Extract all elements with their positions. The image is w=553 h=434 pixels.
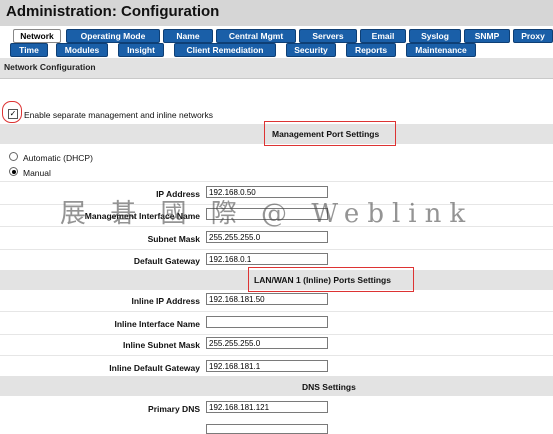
- tab-client-remediation[interactable]: Client Remediation: [174, 43, 276, 57]
- inline-subnet-mask-label: Inline Subnet Mask: [123, 340, 200, 350]
- dns-settings-header: DNS Settings: [302, 382, 356, 392]
- inline-ip-address-input[interactable]: 192.168.181.50: [206, 293, 328, 305]
- tab-time[interactable]: Time: [10, 43, 48, 57]
- manual-label: Manual: [23, 168, 51, 178]
- secondary-dns-input[interactable]: [206, 424, 328, 434]
- tab-syslog[interactable]: Syslog: [409, 29, 461, 43]
- ip-address-label: IP Address: [156, 189, 200, 199]
- section-label: Network Configuration: [4, 62, 96, 72]
- inline-default-gateway-label: Inline Default Gateway: [109, 363, 200, 373]
- tab-reports[interactable]: Reports: [346, 43, 396, 57]
- inline-interface-name-label: Inline Interface Name: [114, 319, 200, 329]
- primary-dns-label: Primary DNS: [148, 404, 200, 414]
- mgmt-interface-name-input[interactable]: [206, 208, 328, 220]
- highlight-circle: [2, 101, 22, 123]
- inline-default-gateway-input[interactable]: 192.168.181.1: [206, 360, 328, 372]
- page-title: Administration: Configuration: [6, 3, 220, 20]
- manual-radio[interactable]: [9, 167, 18, 176]
- separate-networks-label: Enable separate management and inline ne…: [24, 110, 214, 120]
- tab-maintenance[interactable]: Maintenance: [406, 43, 476, 57]
- subnet-mask-label: Subnet Mask: [147, 234, 200, 244]
- dns-header-band: [0, 376, 553, 396]
- inline-ip-address-label: Inline IP Address: [131, 296, 201, 306]
- tab-snmp[interactable]: SNMP: [464, 29, 510, 43]
- tab-bar: Network Operating Mode Name Central Mgmt…: [0, 26, 553, 58]
- inline-subnet-mask-input[interactable]: 255.255.255.0: [206, 337, 328, 349]
- tab-servers[interactable]: Servers: [299, 29, 357, 43]
- tab-operating-mode[interactable]: Operating Mode: [66, 29, 160, 43]
- tab-network[interactable]: Network: [13, 29, 61, 43]
- tab-insight[interactable]: Insight: [118, 43, 164, 57]
- mgmt-interface-name-label: Management Interface Name: [84, 211, 200, 221]
- tab-central-mgmt[interactable]: Central Mgmt: [216, 29, 296, 43]
- inline-interface-name-input[interactable]: [206, 316, 328, 328]
- inline-ports-settings-header: LAN/WAN 1 (Inline) Ports Settings: [254, 275, 391, 285]
- default-gateway-label: Default Gateway: [133, 256, 200, 266]
- tab-security[interactable]: Security: [286, 43, 336, 57]
- section-header: Network Configuration: [0, 58, 553, 79]
- ip-address-input[interactable]: 192.168.0.50: [206, 186, 328, 198]
- mgmt-port-settings-header: Management Port Settings: [272, 129, 380, 139]
- tab-name[interactable]: Name: [163, 29, 213, 43]
- tab-proxy[interactable]: Proxy: [513, 29, 553, 43]
- dhcp-label: Automatic (DHCP): [23, 153, 93, 163]
- tab-modules[interactable]: Modules: [56, 43, 108, 57]
- title-bar: Administration: Configuration: [0, 0, 553, 26]
- dhcp-radio[interactable]: [9, 152, 18, 161]
- primary-dns-input[interactable]: 192.168.181.121: [206, 401, 328, 413]
- subnet-mask-input[interactable]: 255.255.255.0: [206, 231, 328, 243]
- tab-email[interactable]: Email: [360, 29, 406, 43]
- default-gateway-input[interactable]: 192.168.0.1: [206, 253, 328, 265]
